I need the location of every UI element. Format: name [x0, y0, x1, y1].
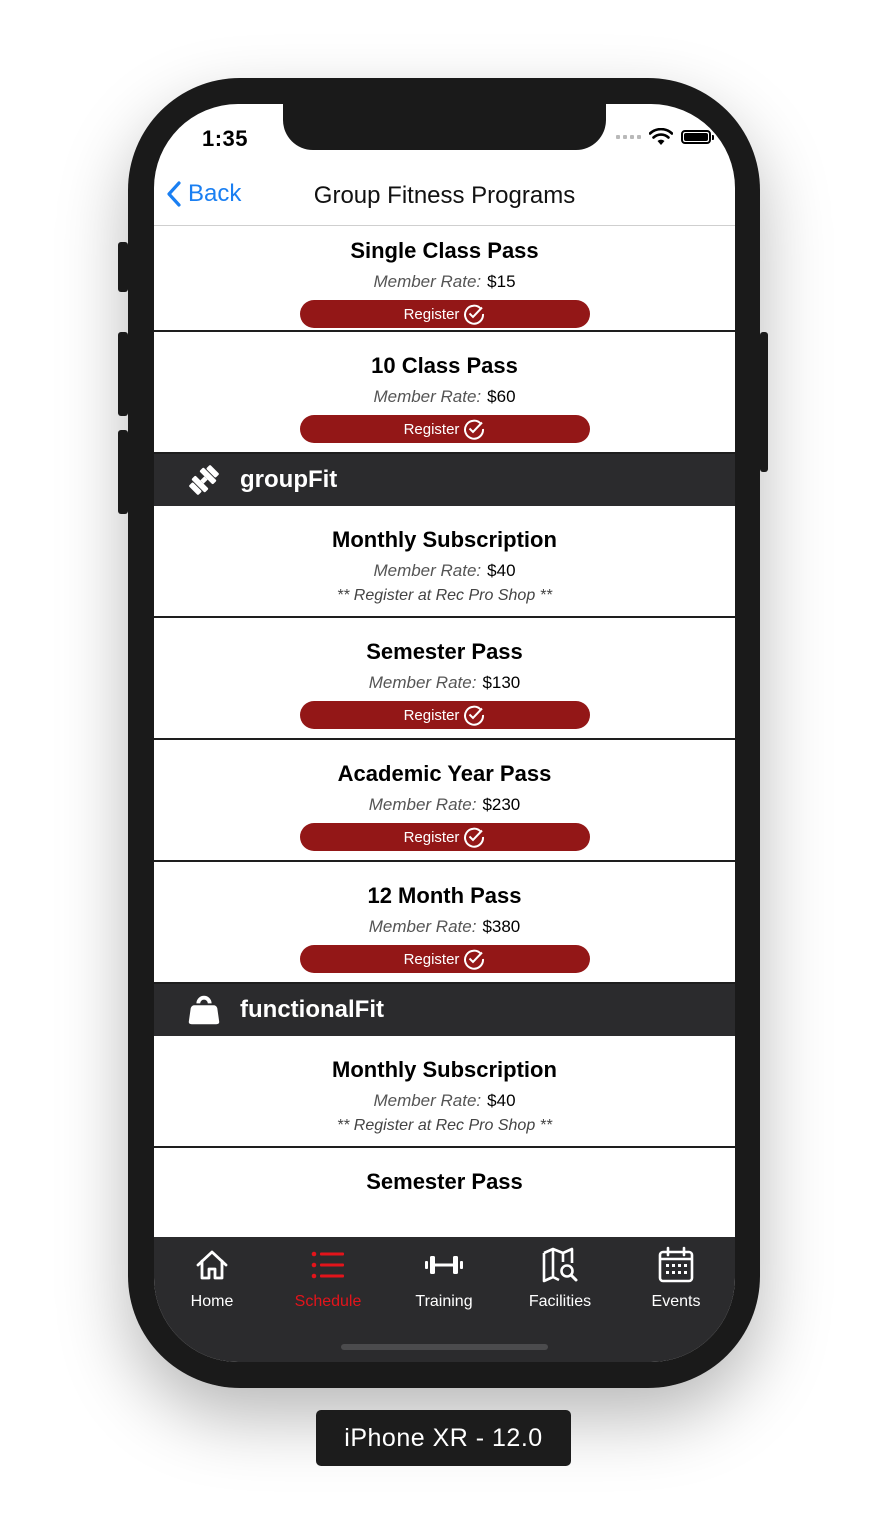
register-button[interactable]: Register [299, 701, 590, 729]
section-title: functionalFit [240, 996, 384, 1023]
pass-title: Academic Year Pass [337, 761, 552, 786]
list-item: Single Class Pass Member Rate: $15 Regist… [154, 227, 735, 332]
section-header-groupfit: groupFit [154, 454, 735, 506]
member-rate: Member Rate: $40 [373, 1091, 516, 1110]
check-circle-icon [464, 304, 485, 325]
list-item: 10 Class Pass Member Rate: $60 Register [154, 332, 735, 454]
check-circle-icon [464, 419, 485, 440]
volume-down-button [118, 430, 128, 514]
mute-switch [118, 242, 128, 292]
calendar-icon [618, 1243, 734, 1287]
register-button[interactable]: Register [299, 945, 590, 973]
kettlebell-icon [186, 992, 222, 1028]
battery-icon [681, 130, 714, 144]
check-circle-icon [464, 705, 485, 726]
volume-up-button [118, 332, 128, 416]
page-title: Group Fitness Programs [313, 182, 576, 209]
pro-shop-note: ** Register at Rec Pro Shop ** [336, 587, 553, 604]
cellular-signal-icon [616, 135, 641, 139]
list-item: Academic Year Pass Member Rate: $230 Regi… [154, 740, 735, 862]
check-circle-icon [464, 949, 485, 970]
pass-title: Semester Pass [366, 1169, 523, 1194]
power-button [760, 332, 768, 472]
pass-title: Semester Pass [366, 639, 523, 664]
section-title: groupFit [240, 466, 338, 493]
device-label: iPhone XR - 12.0 [316, 1410, 571, 1466]
barbell-icon [386, 1243, 502, 1287]
tab-home[interactable]: Home [154, 1243, 270, 1311]
wifi-icon [649, 128, 673, 145]
notch [283, 104, 606, 150]
pro-shop-note: ** Register at Rec Pro Shop ** [336, 1117, 553, 1134]
list-item: Semester Pass [154, 1148, 735, 1237]
pass-title: Single Class Pass [350, 238, 539, 263]
list-item: 12 Month Pass Member Rate: $380 Register [154, 862, 735, 984]
pass-title: Monthly Subscription [332, 1057, 557, 1082]
register-button[interactable]: Register [299, 415, 590, 443]
map-search-icon [502, 1243, 618, 1287]
status-time: 1:35 [202, 126, 249, 151]
tab-events[interactable]: Events [618, 1243, 734, 1311]
member-rate: Member Rate: $130 [368, 673, 521, 692]
tab-schedule[interactable]: Schedule [270, 1243, 386, 1311]
tab-facilities[interactable]: Facilities [502, 1243, 618, 1311]
screen: 1:35 Back Group Fitness Programs Single … [154, 104, 735, 1362]
list-icon [270, 1243, 386, 1287]
member-rate: Member Rate: $380 [368, 917, 521, 936]
member-rate: Member Rate: $60 [373, 387, 516, 406]
program-list[interactable]: Single Class Pass Member Rate: $15 Regist… [154, 227, 735, 1237]
navigation-bar: Back Group Fitness Programs [154, 166, 735, 226]
pass-title: Monthly Subscription [332, 527, 557, 552]
tab-training[interactable]: Training [386, 1243, 502, 1311]
status-indicators [616, 128, 714, 146]
register-button[interactable]: Register [299, 300, 590, 328]
pass-title: 12 Month Pass [367, 883, 522, 908]
dumbbell-icon [186, 462, 222, 498]
home-indicator[interactable] [341, 1344, 548, 1350]
member-rate: Member Rate: $15 [373, 272, 516, 291]
register-button[interactable]: Register [299, 823, 590, 851]
home-icon [154, 1243, 270, 1287]
member-rate: Member Rate: $40 [373, 561, 516, 580]
check-circle-icon [464, 827, 485, 848]
member-rate: Member Rate: $230 [368, 795, 521, 814]
list-item: Monthly Subscription Member Rate: $40 ** … [154, 1036, 735, 1148]
list-item: Semester Pass Member Rate: $130 Register [154, 618, 735, 740]
pass-title: 10 Class Pass [371, 353, 518, 378]
section-header-functionalfit: functionalFit [154, 984, 735, 1036]
list-item: Monthly Subscription Member Rate: $40 ** … [154, 506, 735, 618]
